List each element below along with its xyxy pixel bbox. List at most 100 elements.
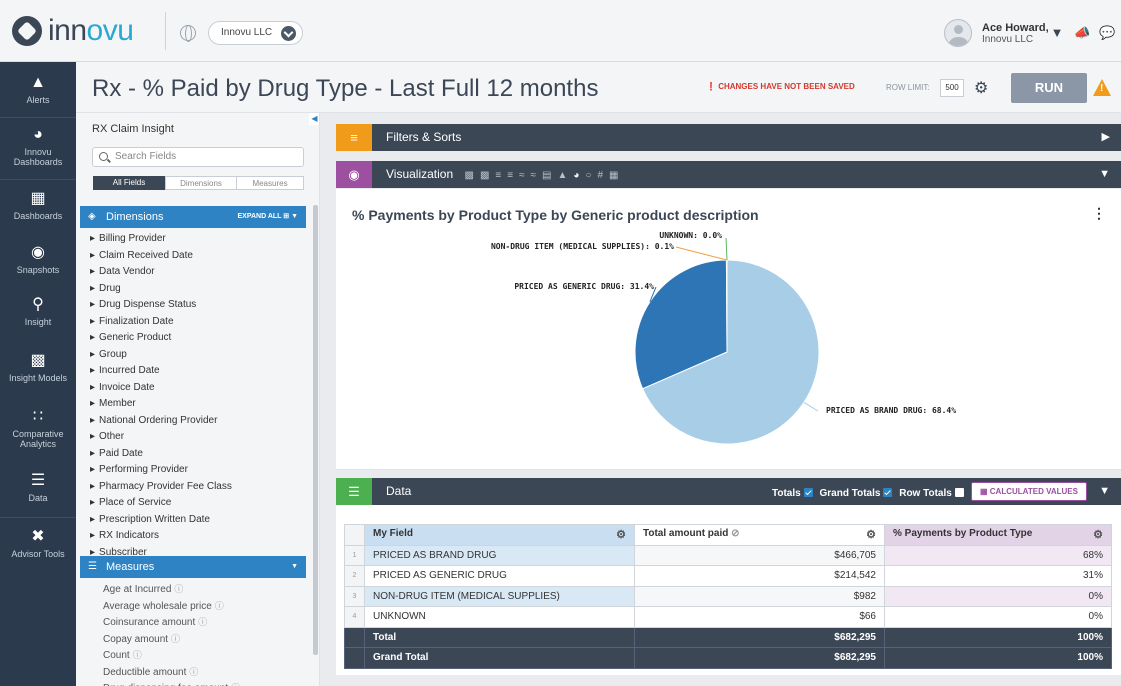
megaphone-icon[interactable]: 📣 (1074, 26, 1090, 40)
nav-dashboards[interactable]: ▦ Dashboards (0, 190, 76, 221)
visualization-card: % Payments by Product Type by Generic pr… (336, 189, 1121, 470)
nav-divider (0, 179, 76, 180)
dimension-item[interactable]: Prescription Written Date (90, 512, 232, 529)
dimension-item[interactable]: Invoice Date (90, 380, 232, 397)
chevron-right-icon: ▶ (1101, 131, 1110, 143)
nav-alerts[interactable]: ▲ Alerts (0, 74, 76, 105)
visualization-strip[interactable]: ◉ Visualization ▩▩≡≡≈≈▤▲◕○#▦ ▼ (336, 161, 1121, 188)
measure-item[interactable]: Deductible amount (103, 664, 240, 681)
scrollbar[interactable] (313, 205, 318, 655)
chat-icon[interactable]: 💬 (1099, 26, 1115, 40)
measure-item[interactable]: Copay amount (103, 631, 240, 648)
org-selector[interactable]: Innovu LLC (208, 21, 304, 45)
row-number: 3 (344, 585, 365, 607)
column-header-my-field[interactable]: My Field ⚙ (364, 524, 635, 546)
nav-comparative-analytics[interactable]: ∷ Comparative Analytics (0, 408, 76, 449)
left-nav: ▲ Alerts ◕ Innovu Dashboards ▦ Dashboard… (0, 62, 76, 686)
tab-all-fields[interactable]: All Fields (93, 176, 165, 190)
pie-slice[interactable] (725, 259, 728, 353)
dimension-item[interactable]: National Ordering Provider (90, 413, 232, 430)
dimension-item[interactable]: Place of Service (90, 495, 232, 512)
innovu-logo[interactable]: innovu (12, 14, 134, 48)
nav-divider (0, 117, 76, 118)
row-totals-checkbox[interactable] (954, 488, 964, 497)
dimensions-header[interactable]: ◈ Dimensions EXPAND ALL ⊞ ▼ (80, 206, 306, 228)
chevron-down-icon: ▼ (291, 563, 298, 570)
measure-item[interactable]: Count (103, 647, 240, 664)
grand-totals-checkbox[interactable] (883, 488, 893, 497)
dimension-item[interactable]: Finalization Date (90, 314, 232, 331)
measure-item[interactable]: Drug dispensing fee amount (103, 680, 240, 686)
dimension-item[interactable]: Drug Dispense Status (90, 297, 232, 314)
gear-icon: ⚙ (1093, 529, 1103, 542)
dimension-item[interactable]: Group (90, 347, 232, 364)
divider (165, 12, 166, 50)
table-row[interactable]: 3 NON-DRUG ITEM (MEDICAL SUPPLIES) $982 0% (344, 585, 1112, 607)
warning-icon[interactable]: ! (1093, 79, 1111, 96)
column-header-total-paid[interactable]: Total amount paid ⊘ ⚙ (634, 524, 885, 546)
nav-divider (0, 517, 76, 518)
expand-all-button[interactable]: EXPAND ALL ⊞ ▼ (237, 206, 298, 228)
data-table: My Field ⚙ Total amount paid ⊘ ⚙ % Payment… (344, 524, 1112, 669)
speedometer-icon: ◕ (33, 126, 43, 143)
dimension-item[interactable]: Member (90, 396, 232, 413)
globe-icon[interactable] (180, 25, 196, 42)
lightbulb-icon: ⚲ (32, 296, 44, 313)
dimension-item[interactable]: Claim Received Date (90, 248, 232, 265)
eye-icon: ◉ (336, 161, 372, 188)
logo-mark-icon (12, 16, 42, 46)
avatar[interactable] (944, 19, 972, 47)
dimension-item[interactable]: Incurred Date (90, 363, 232, 380)
totals-checkbox[interactable] (803, 488, 813, 497)
filters-sorts-strip[interactable]: ≡ Filters & Sorts ▶ (336, 124, 1121, 151)
pie-label: UNKNOWN: 0.0% (659, 231, 722, 240)
search-fields-input[interactable]: Search Fields (92, 147, 304, 167)
nav-data[interactable]: ☰ Data (0, 472, 76, 503)
measure-item[interactable]: Average wholesale price (103, 598, 240, 615)
collapse-panel-icon[interactable]: ◀ (309, 113, 319, 125)
user-menu-chevron-icon[interactable]: ▼ (1050, 26, 1064, 40)
tab-dimensions[interactable]: Dimensions (165, 176, 237, 190)
top-bar: innovu Innovu LLC Ace Howard, Innovu LLC… (0, 0, 1121, 62)
dimension-item[interactable]: Pharmacy Provider Fee Class (90, 479, 232, 496)
measures-header[interactable]: ☰ Measures ▼ (80, 556, 306, 578)
nav-insight-models[interactable]: ▩ Insight Models (0, 352, 76, 383)
nav-innovu-dashboards[interactable]: ◕ Innovu Dashboards (0, 126, 76, 167)
total-row: Total $682,295 100% (344, 626, 1112, 648)
cell-field: NON-DRUG ITEM (MEDICAL SUPPLIES) (364, 585, 635, 607)
dimension-item[interactable]: Billing Provider (90, 231, 232, 248)
column-header-pct-payments[interactable]: % Payments by Product Type ⚙ (884, 524, 1112, 546)
measure-item[interactable]: Coinsurance amount (103, 614, 240, 631)
nav-advisor-tools[interactable]: ✖ Advisor Tools (0, 528, 76, 559)
table-row[interactable]: 4 UNKNOWN $66 0% (344, 606, 1112, 628)
unsaved-notice: ❗ CHANGES HAVE NOT BEEN SAVED (706, 82, 855, 91)
search-icon (99, 152, 108, 161)
row-limit-input[interactable]: 500 (940, 79, 964, 97)
nav-insight[interactable]: ⚲ Insight (0, 296, 76, 327)
total-pct: 100% (884, 647, 1112, 669)
dimension-item[interactable]: Data Vendor (90, 264, 232, 281)
table-row[interactable]: 2 PRICED AS GENERIC DRUG $214,542 31% (344, 565, 1112, 587)
measure-item[interactable]: Age at Incurred (103, 581, 240, 598)
sliders-icon: ≡ (336, 124, 372, 151)
gear-icon[interactable]: ⚙ (974, 78, 988, 98)
pie-label-connector (675, 246, 727, 261)
chart-type-icons[interactable]: ▩▩≡≡≈≈▤▲◕○#▦ (465, 170, 625, 181)
run-button[interactable]: RUN (1011, 73, 1087, 103)
dimension-item[interactable]: Other (90, 429, 232, 446)
dimension-list: Billing ProviderClaim Received DateData … (90, 231, 232, 561)
hidden-eye-icon: ⊘ (731, 528, 740, 540)
chevron-down-icon: ▼ (1099, 485, 1110, 497)
row-number (344, 647, 365, 669)
tab-measures[interactable]: Measures (236, 176, 304, 190)
dimension-item[interactable]: Performing Provider (90, 462, 232, 479)
table-row[interactable]: 1 PRICED AS BRAND DRUG $466,705 68% (344, 544, 1112, 566)
nav-snapshots[interactable]: ◉ Snapshots (0, 244, 76, 275)
dimension-item[interactable]: Generic Product (90, 330, 232, 347)
dimension-item[interactable]: Drug (90, 281, 232, 298)
dimension-item[interactable]: Paid Date (90, 446, 232, 463)
page-title: Rx - % Paid by Drug Type - Last Full 12 … (92, 75, 599, 102)
cell-field: UNKNOWN (364, 606, 635, 628)
calculated-values-button[interactable]: ▦ CALCULATED VALUES (971, 482, 1087, 501)
dimension-item[interactable]: RX Indicators (90, 528, 232, 545)
